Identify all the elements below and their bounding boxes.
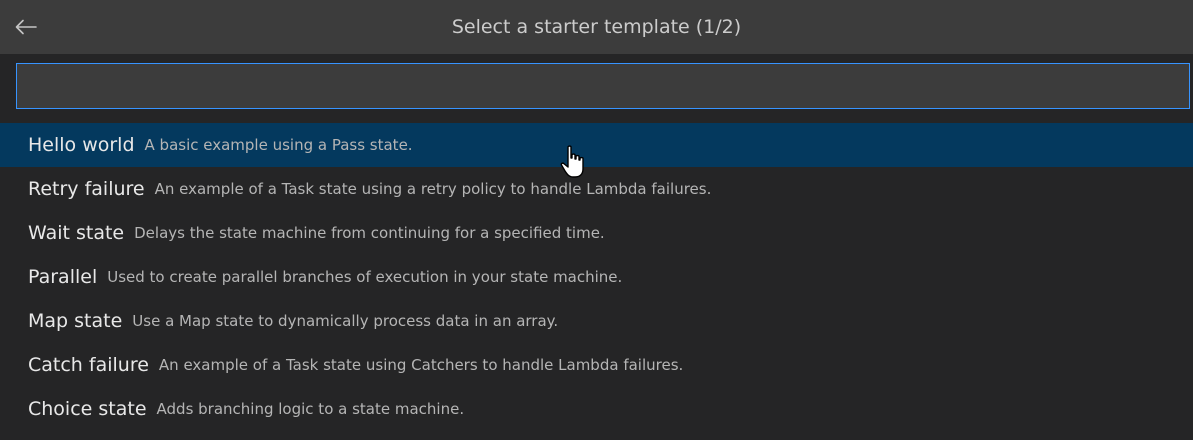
item-label: Parallel	[28, 266, 98, 288]
item-description: An example of a Task state using a retry…	[154, 180, 712, 198]
item-description: Adds branching logic to a state machine.	[156, 400, 465, 418]
list-item-map-state[interactable]: Map state Use a Map state to dynamically…	[0, 299, 1193, 343]
item-description: Used to create parallel branches of exec…	[107, 268, 623, 286]
template-list: Hello world A basic example using a Pass…	[0, 123, 1193, 431]
search-input[interactable]	[17, 64, 1189, 108]
list-item-retry-failure[interactable]: Retry failure An example of a Task state…	[0, 167, 1193, 211]
quick-pick-title: Select a starter template (1/2)	[451, 16, 742, 38]
list-item-catch-failure[interactable]: Catch failure An example of a Task state…	[0, 343, 1193, 387]
list-item-choice-state[interactable]: Choice state Adds branching logic to a s…	[0, 387, 1193, 431]
item-label: Map state	[28, 310, 123, 332]
list-item-wait-state[interactable]: Wait state Delays the state machine from…	[0, 211, 1193, 255]
item-label: Retry failure	[28, 178, 145, 200]
item-description: Use a Map state to dynamically process d…	[132, 312, 559, 330]
list-item-parallel[interactable]: Parallel Used to create parallel branche…	[0, 255, 1193, 299]
item-description: A basic example using a Pass state.	[144, 136, 413, 154]
item-label: Catch failure	[28, 354, 149, 376]
item-label: Choice state	[28, 398, 147, 420]
item-label: Wait state	[28, 222, 125, 244]
item-description: An example of a Task state using Catcher…	[158, 356, 684, 374]
search-input-container	[16, 63, 1190, 109]
item-description: Delays the state machine from continuing…	[134, 224, 605, 242]
quick-pick-header: Select a starter template (1/2)	[0, 0, 1193, 54]
quick-pick-widget: Select a starter template (1/2) Hello wo…	[0, 0, 1193, 440]
item-label: Hello world	[28, 134, 135, 156]
list-item-hello-world[interactable]: Hello world A basic example using a Pass…	[0, 123, 1193, 167]
